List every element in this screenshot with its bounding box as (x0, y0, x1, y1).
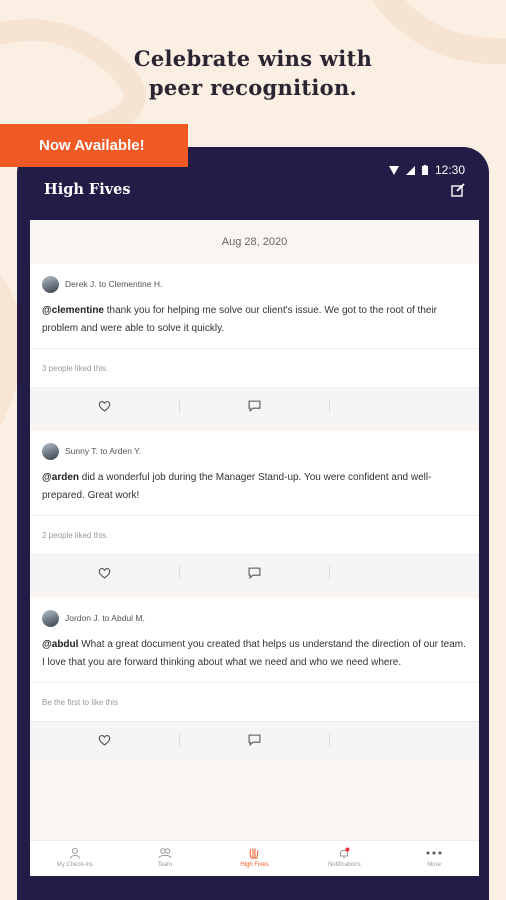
comment-icon (248, 734, 261, 746)
like-button[interactable] (30, 388, 179, 425)
heart-icon (98, 567, 111, 579)
avatar (42, 609, 59, 627)
post-message: @clementine thank you for helping me sol… (30, 294, 479, 338)
card-action-empty (330, 388, 479, 425)
headline-line-2: peer recognition. (148, 75, 358, 100)
card-actions (30, 554, 479, 591)
likes-count: 3 people liked this. (30, 348, 479, 387)
card-action-empty (330, 722, 479, 759)
team-icon (158, 848, 172, 859)
tab-high-fives[interactable]: High Fives (210, 841, 300, 876)
phone-frame: 12:30 High Fives Aug 28, 2020 Derek J. t… (17, 147, 489, 900)
now-available-banner: Now Available! (0, 124, 188, 167)
more-icon (426, 851, 442, 855)
tab-label: Team (157, 862, 173, 868)
likes-count: 2 people liked this. (30, 515, 479, 554)
like-button[interactable] (30, 555, 179, 592)
high-five-card: Jordon J. to Abdul M. @abdul What a grea… (30, 598, 479, 758)
comment-button[interactable] (180, 722, 329, 759)
card-action-empty (330, 555, 479, 592)
author-line: Jordon J. to Abdul M. (65, 613, 145, 623)
tab-team[interactable]: Team (120, 841, 210, 876)
compose-icon[interactable] (451, 183, 465, 197)
post-body: What a great document you created that h… (42, 639, 466, 668)
avatar (42, 275, 59, 293)
high-five-card: Sunny T. to Arden Y. @arden did a wonder… (30, 431, 479, 591)
tab-label: My Check-ins (56, 862, 94, 868)
headline: Celebrate wins with peer recognition. (0, 44, 506, 102)
feed-screen[interactable]: Aug 28, 2020 Derek J. to Clementine H. @… (30, 220, 479, 876)
comment-button[interactable] (180, 555, 329, 592)
card-actions (30, 721, 479, 758)
status-time: 12:30 (434, 163, 465, 177)
tab-label: High Fives (240, 862, 269, 868)
feed-date: Aug 28, 2020 (221, 236, 288, 248)
post-message: @abdul What a great document you created… (30, 628, 479, 672)
avatar (42, 442, 59, 460)
comment-icon (248, 400, 261, 412)
author-line: Sunny T. to Arden Y. (65, 446, 142, 456)
bottom-tab-bar: My Check-ins Team High Fives Notificatio… (30, 840, 479, 876)
tab-my-check-ins[interactable]: My Check-ins (30, 841, 120, 876)
card-actions (30, 387, 479, 424)
battery-icon (421, 165, 428, 175)
high-five-card: Derek J. to Clementine H. @clementine th… (30, 264, 479, 424)
tab-label: More (427, 862, 441, 868)
likes-count: Be the first to like this (30, 682, 479, 721)
wifi-icon (388, 165, 399, 175)
tab-more[interactable]: More (389, 841, 479, 876)
tab-notifications[interactable]: Notifications (299, 841, 389, 876)
post-message: @arden did a wonderful job during the Ma… (30, 461, 479, 505)
post-body: did a wonderful job during the Manager S… (42, 472, 432, 501)
author-line: Derek J. to Clementine H. (65, 279, 163, 289)
tab-label: Notifications (327, 862, 361, 868)
headline-line-1: Celebrate wins with (133, 46, 373, 71)
high-five-icon (249, 848, 259, 859)
person-icon (69, 848, 80, 859)
like-button[interactable] (30, 722, 179, 759)
bell-icon (340, 847, 350, 858)
app-bar-title: High Fives (44, 181, 131, 198)
comment-icon (248, 567, 261, 579)
heart-icon (98, 734, 111, 746)
signal-icon (405, 165, 415, 175)
mention-link[interactable]: @clementine (42, 305, 104, 316)
status-bar: 12:30 (388, 163, 465, 177)
comment-button[interactable] (180, 388, 329, 425)
mention-link[interactable]: @arden (42, 472, 79, 483)
mention-link[interactable]: @abdul (42, 639, 78, 650)
heart-icon (98, 400, 111, 412)
